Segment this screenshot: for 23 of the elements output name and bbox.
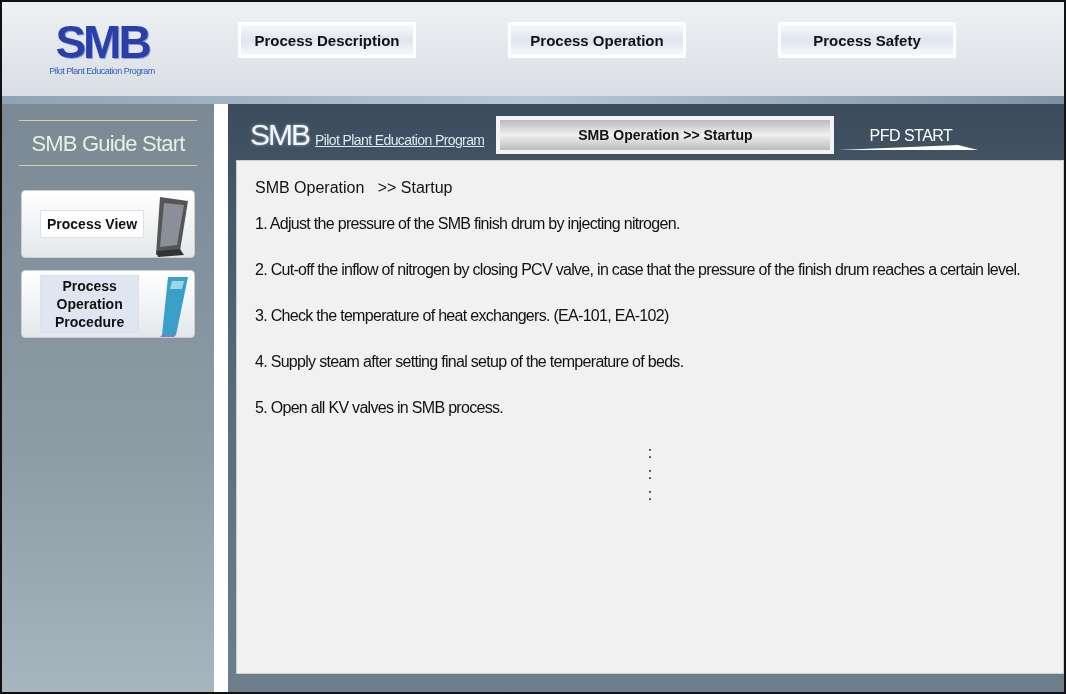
ellipsis-mark: : [647,464,653,484]
logo: SMB [55,20,149,64]
sidebar-title: SMB Guide Start [19,120,197,166]
monitor-icon [154,195,190,257]
sidebar-button[interactable]: Process Operation Procedure [21,270,195,338]
step-text: 5. Open all KV valves in SMB process. [255,398,504,418]
book-icon [160,275,190,337]
program-link[interactable]: Pilot Plant Education Program [315,132,485,148]
sidebar-button[interactable]: Process View [21,190,195,258]
nav-button[interactable]: Process Description [238,22,416,58]
ellipsis-mark: : [647,485,653,505]
step-text: 3. Check the temperature of heat exchangers. (EA-101, EA-102) [255,306,670,326]
step-text: 1. Adjust the pressure of the SMB finish drum by injecting nitrogen. [255,214,681,234]
logo: SMB [250,118,309,152]
pfd-start-link[interactable]: PFD START [838,127,979,151]
logo-subtitle: Pilot Plant Education Program [49,66,155,76]
step-text: 4. Supply steam after setting final setup of the temperature of beds. [255,352,685,372]
breadcrumb-bar: SMB Operation >> Startup [496,116,835,154]
nav-button[interactable]: Process Operation [508,22,686,58]
ellipsis-mark: : [647,443,653,463]
content-title: SMB Operation >> Startup [255,179,454,197]
nav-button[interactable]: Process Safety [778,22,956,58]
step-text: 2. Cut-off the inflow of nitrogen by closing PCV valve, in case that the pressure of the finish drum reaches a certain level. [255,260,1021,280]
